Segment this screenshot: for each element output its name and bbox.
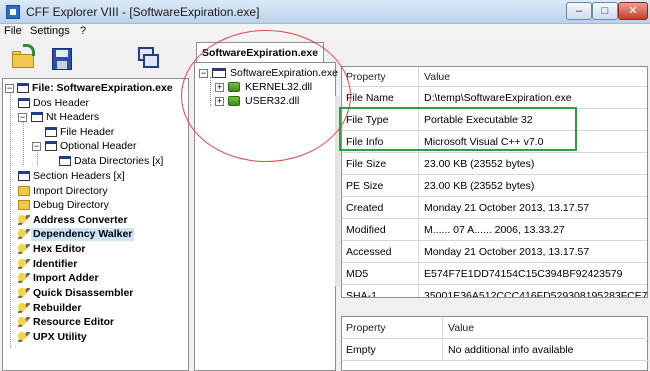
tree-item-resource-editor[interactable]: Resource Editor	[3, 316, 188, 329]
menu-file[interactable]: File	[4, 25, 22, 37]
module-window-icon	[212, 68, 226, 78]
tree-item-dependency-walker[interactable]: Dependency Walker	[3, 228, 188, 241]
table-row[interactable]: File Size 23.00 KB (23552 bytes)	[342, 153, 647, 175]
tree-item-upx-utility[interactable]: UPX Utility	[3, 331, 188, 344]
tree-item-import-adder[interactable]: Import Adder	[3, 272, 188, 285]
property-column-header[interactable]: Property	[342, 317, 443, 338]
expand-icon[interactable]: +	[215, 97, 224, 106]
tree-item-rebuilder[interactable]: Rebuilder	[3, 302, 188, 315]
file-window-icon	[17, 83, 29, 93]
value-column-header[interactable]: Value	[420, 67, 450, 86]
tree-item-identifier[interactable]: Identifier	[3, 258, 188, 271]
tool-icon	[18, 259, 30, 269]
collapse-icon[interactable]: −	[199, 69, 208, 78]
maximize-button[interactable]: □	[592, 2, 618, 20]
tool-icon	[18, 303, 30, 313]
title-bar: CFF Explorer VIII - [SoftwareExpiration.…	[0, 0, 650, 24]
tree-item-quick-disassembler[interactable]: Quick Disassembler	[3, 287, 188, 300]
dependency-tree[interactable]: − SoftwareExpiration.exe + KERNEL32.dll …	[194, 62, 338, 371]
tree-item-file-header[interactable]: File Header	[3, 126, 188, 139]
tool-icon	[18, 215, 30, 225]
table-row[interactable]: Created Monday 21 October 2013, 13.17.57	[342, 197, 647, 219]
open-folder-icon[interactable]	[10, 44, 38, 72]
value-column-header[interactable]: Value	[444, 317, 474, 338]
table-row[interactable]: File Type Portable Executable 32	[342, 109, 647, 131]
header-icon	[18, 98, 30, 108]
tree-item-import-directory[interactable]: Import Directory	[3, 185, 188, 198]
table-row[interactable]: Empty No additional info available	[342, 339, 649, 361]
app-icon	[6, 5, 20, 19]
tool-icon	[18, 273, 30, 283]
menu-bar: File Settings ?	[0, 24, 650, 40]
table-row[interactable]: File Name D:\temp\SoftwareExpiration.exe	[342, 87, 647, 109]
table-row[interactable]: Modified M...... 07 A...... 2006, 13.33.…	[342, 219, 647, 241]
toolbar	[0, 40, 190, 76]
header-icon	[18, 171, 30, 181]
tool-icon	[18, 332, 30, 342]
tree-item-nt-headers[interactable]: − Nt Headers	[3, 111, 188, 124]
tree-item-hex-editor[interactable]: Hex Editor	[3, 243, 188, 256]
header-icon	[45, 127, 57, 137]
extra-info-grid: Property Value Empty No additional info …	[341, 317, 649, 371]
minimize-button[interactable]: –	[566, 2, 592, 20]
dependency-item-kernel32[interactable]: + KERNEL32.dll	[195, 81, 335, 94]
dependency-panel: SoftwareExpiration.exe − SoftwareExpirat…	[192, 42, 338, 371]
tree-item-dos-header[interactable]: Dos Header	[3, 97, 188, 110]
table-row[interactable]: MD5 E574F7E1DD74154C15C394BF92423579	[342, 263, 647, 285]
tab-dependency-file[interactable]: SoftwareExpiration.exe	[196, 42, 324, 62]
tree-item-debug-directory[interactable]: Debug Directory	[3, 199, 188, 212]
tool-icon	[18, 244, 30, 254]
window-title: CFF Explorer VIII - [SoftwareExpiration.…	[26, 5, 260, 19]
tree-item-address-converter[interactable]: Address Converter	[3, 214, 188, 227]
property-column-header[interactable]: Property	[342, 67, 419, 86]
tree-item-optional-header[interactable]: − Optional Header	[3, 140, 188, 153]
dependency-item-user32[interactable]: + USER32.dll	[195, 95, 335, 108]
dependency-root[interactable]: − SoftwareExpiration.exe	[195, 67, 338, 80]
tool-icon	[18, 288, 30, 298]
windows-icon[interactable]	[134, 44, 162, 72]
header-icon	[45, 141, 57, 151]
folder-icon	[18, 186, 30, 196]
collapse-icon[interactable]: −	[18, 113, 27, 122]
properties-header: Property Value	[342, 67, 647, 87]
tree-item-section-headers[interactable]: Section Headers [x]	[3, 170, 188, 183]
tool-icon	[18, 317, 30, 327]
dll-icon	[228, 96, 240, 106]
header-icon	[31, 112, 43, 122]
table-row[interactable]: PE Size 23.00 KB (23552 bytes)	[342, 175, 647, 197]
navigation-tree[interactable]: − File: SoftwareExpiration.exe Dos Heade…	[2, 78, 189, 371]
expand-icon[interactable]: +	[215, 83, 224, 92]
save-disk-icon[interactable]	[48, 44, 76, 72]
close-button[interactable]: ✕	[618, 2, 648, 20]
table-row[interactable]: File Info Microsoft Visual C++ v7.0	[342, 131, 647, 153]
dll-icon	[228, 82, 240, 92]
header-icon	[59, 156, 71, 166]
folder-icon	[18, 200, 30, 210]
tree-item-data-directories[interactable]: Data Directories [x]	[3, 155, 188, 168]
menu-settings[interactable]: Settings	[30, 25, 70, 37]
tool-icon	[18, 229, 30, 239]
panel-splitter[interactable]	[335, 96, 340, 286]
collapse-icon[interactable]: −	[5, 84, 14, 93]
tree-root[interactable]: − File: SoftwareExpiration.exe	[3, 82, 188, 95]
grid-splitter[interactable]	[341, 297, 648, 317]
collapse-icon[interactable]: −	[32, 142, 41, 151]
extra-info-header: Property Value	[342, 317, 649, 339]
table-row[interactable]: Accessed Monday 21 October 2013, 13.17.5…	[342, 241, 647, 263]
menu-help[interactable]: ?	[80, 25, 86, 37]
